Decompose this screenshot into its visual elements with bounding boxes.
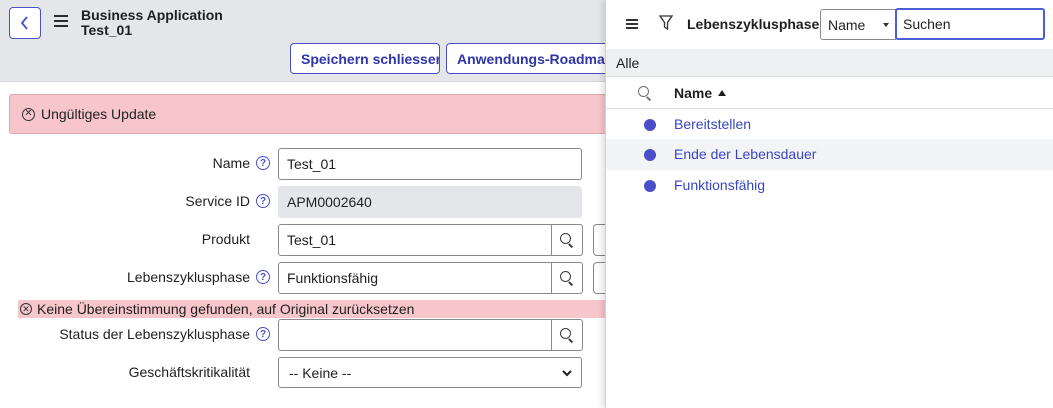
sort-ascending-icon — [718, 90, 727, 96]
help-icon[interactable]: ? — [256, 270, 270, 284]
breadcrumb[interactable]: Alle — [606, 49, 1053, 77]
lebenszyklusphase-lookup-button[interactable] — [551, 262, 583, 294]
form-row-lebenszyklusphase: Lebenszyklusphase? Funktionsfähig — [0, 262, 620, 294]
search-input[interactable]: Suchen — [895, 8, 1045, 40]
field-label: Lebenszyklusphase? — [127, 269, 270, 285]
list-item: Funktionsfähig — [606, 170, 1053, 201]
status-lebenszyklusphase-field[interactable] — [278, 319, 552, 351]
list-item-link[interactable]: Bereitstellen — [674, 116, 751, 132]
form-row-produkt: Produkt? Test_01 — [0, 224, 620, 256]
lebenszyklusphase-field[interactable]: Funktionsfähig — [278, 262, 552, 294]
field-label: Service ID? — [185, 193, 270, 209]
status-dot-icon — [644, 180, 656, 192]
roadmap-button[interactable]: Anwendungs-Roadmap — [446, 43, 616, 74]
caret-down-icon — [883, 23, 889, 27]
field-label: Produkt? — [201, 231, 250, 247]
save-close-button[interactable]: Speichern schliessen — [290, 43, 440, 74]
error-icon: ✕ — [22, 107, 35, 121]
status-dot-icon — [644, 119, 656, 131]
select-value: -- Keine -- — [289, 364, 352, 381]
name-field[interactable]: Test_01 — [278, 148, 582, 180]
lookup-panel-title: Lebenszyklusphasen — [687, 16, 828, 32]
status-lookup-button[interactable] — [551, 319, 583, 351]
field-warning-text: Keine Übereinstimmung gefunden, auf Orig… — [37, 301, 415, 317]
filter-icon[interactable] — [659, 15, 673, 31]
field-label: Name? — [213, 155, 270, 171]
geschaeftskritikalitaet-select[interactable]: -- Keine -- — [278, 357, 582, 388]
chevron-down-icon — [562, 370, 572, 377]
list-item: Ende der Lebensdauer — [606, 139, 1053, 170]
search-icon — [560, 233, 574, 247]
field-label: Status der Lebenszyklusphase? — [59, 326, 270, 342]
field-warning: ✕ Keine Übereinstimmung gefunden, auf Or… — [18, 300, 618, 318]
help-icon[interactable]: ? — [256, 327, 270, 341]
context-menu-icon[interactable] — [54, 15, 68, 27]
search-icon — [560, 328, 574, 342]
app-title: Business Application — [81, 7, 223, 23]
form-row-geschaeftskritikalitaet: Geschäftskritikalität? -- Keine -- — [0, 357, 620, 389]
list-item-link[interactable]: Ende der Lebensdauer — [674, 146, 816, 162]
list-item-link[interactable]: Funktionsfähig — [674, 177, 765, 193]
form-row-status-lebenszyklusphase: Status der Lebenszyklusphase? — [0, 319, 620, 351]
list-item: Bereitstellen — [606, 109, 1053, 140]
form-row-service-id: Service ID? APM0002640 — [0, 186, 620, 218]
record-name: Test_01 — [81, 22, 133, 38]
field-label: Geschäftskritikalität? — [128, 364, 250, 380]
form-title: Business Application Test_01 — [81, 8, 223, 38]
lookup-panel: Lebenszyklusphasen Name Suchen Alle Name… — [605, 0, 1053, 408]
lookup-panel-header: Lebenszyklusphasen Name Suchen — [606, 0, 1053, 48]
list-column-header: Name — [606, 78, 1053, 109]
column-header-name[interactable]: Name — [674, 85, 727, 101]
back-button[interactable] — [9, 7, 41, 39]
search-field-value: Name — [828, 16, 866, 33]
form-row-name: Name? Test_01 — [0, 148, 620, 180]
search-field-select[interactable]: Name — [820, 9, 896, 40]
help-icon[interactable]: ? — [256, 194, 270, 208]
status-dot-icon — [644, 149, 656, 161]
error-banner: ✕ Ungültiges Update — [9, 94, 629, 134]
column-search-icon[interactable] — [638, 86, 652, 100]
service-id-field: APM0002640 — [278, 186, 582, 218]
error-message: Ungültiges Update — [41, 106, 157, 122]
list-menu-icon[interactable] — [626, 19, 638, 29]
produkt-field[interactable]: Test_01 — [278, 224, 552, 256]
search-icon — [560, 271, 574, 285]
help-icon[interactable]: ? — [256, 156, 270, 170]
error-icon: ✕ — [20, 303, 32, 315]
produkt-lookup-button[interactable] — [551, 224, 583, 256]
chevron-left-icon — [20, 16, 28, 30]
